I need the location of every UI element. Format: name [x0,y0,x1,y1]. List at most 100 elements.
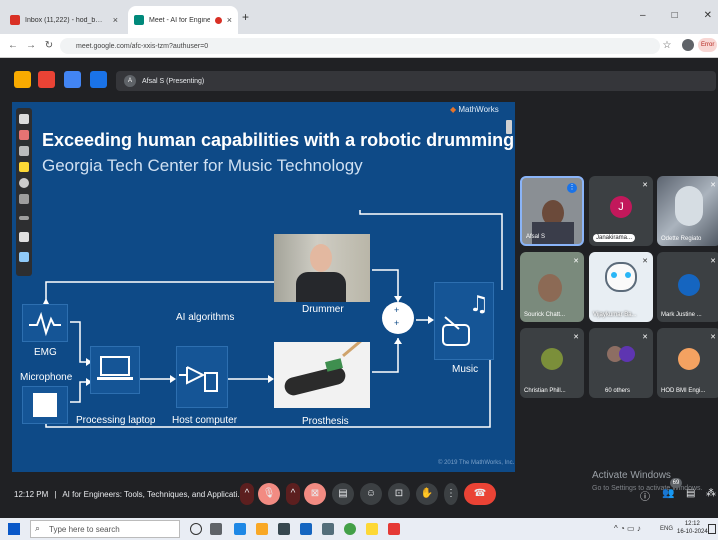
eraser-tool-icon[interactable] [19,146,29,156]
meeting-time: 12:12 PM [14,490,49,499]
taskbar-clock[interactable]: 12:12 16-10-2024 [677,520,708,536]
reload-icon[interactable]: ↻ [42,38,56,54]
docs-app-icon[interactable] [64,71,81,88]
app-icon[interactable] [322,523,334,535]
task-view-icon[interactable] [210,523,222,535]
tab-gmail[interactable]: Inbox (11,222) - hod_bmie@srmist × [4,6,124,34]
participant-tile[interactable]: ✕ Mark Justine ... [657,252,718,322]
record-app-icon[interactable] [38,71,55,88]
edge-icon[interactable] [234,523,246,535]
windows-start-icon[interactable] [8,523,20,535]
mic-off-icon: ✕ [642,258,648,265]
taskbar-search-input[interactable]: ⌕ Type here to search [30,520,180,538]
leave-call-button[interactable]: ☎ [464,483,496,505]
participant-tile[interactable]: ✕ Vijaykumar Ba... [589,252,653,322]
pointer-tool-icon[interactable] [19,114,29,124]
new-tab-button[interactable]: + [242,10,249,24]
tray-icons[interactable]: ^ ◔ ▭ ♪ [614,524,641,533]
line-tool-icon[interactable] [19,194,29,204]
bookmark-star-icon[interactable]: ☆ [660,38,674,54]
participant-tile[interactable]: ⋮ Afsal S [520,176,584,246]
raise-hand-button[interactable]: ✋ [416,483,438,505]
notification-icon[interactable] [708,524,716,534]
others-count: 60 others [605,388,631,394]
maximize-button[interactable]: □ [672,10,678,21]
language-indicator[interactable]: ENG [660,526,673,532]
reactions-button[interactable]: ☺ [360,483,382,505]
app-icon[interactable] [366,523,378,535]
participant-tile[interactable]: ✕ Christian Phill... [520,328,584,398]
mail-icon[interactable] [300,523,312,535]
plus-sign-top: + [394,305,400,315]
forward-icon[interactable]: → [24,38,38,54]
recording-dot-icon [214,16,222,24]
width-tool-icon[interactable] [19,216,29,220]
cortana-icon[interactable] [190,523,202,535]
file-explorer-icon[interactable] [256,523,268,535]
color-tool-icon[interactable] [19,232,29,242]
camera-toggle-button[interactable]: ⊠ [304,483,326,505]
close-window-button[interactable]: ✕ [704,10,712,21]
more-options-button[interactable]: ⋮ [444,483,458,505]
mic-options-button[interactable]: ^ [240,483,254,505]
close-tab-icon[interactable]: × [113,15,118,25]
slide-subtitle: Georgia Tech Center for Music Technology [42,156,363,175]
speaking-icon: ⋮ [567,183,577,193]
participant-name: Vijaykumar Ba... [593,312,637,318]
participant-name: Afsal S [526,234,546,240]
window-controls: – □ ✕ [640,10,712,21]
url-text: meet.google.com/afc-xxis-tzm?authuser=0 [76,42,209,50]
tab-meet[interactable]: Meet - AI for Engineers: To × [128,6,238,34]
search-icon: ⌕ [35,523,41,533]
laptop-icon [97,356,133,380]
mic-off-icon: ✕ [642,334,648,341]
slide-scroll-handle[interactable] [506,120,512,134]
people-icon[interactable]: 👥 [662,488,674,499]
slides-app-icon[interactable] [14,71,31,88]
profile-avatar[interactable] [682,39,694,51]
participant-tile[interactable]: ✕ Sourick Chatt... [520,252,584,322]
gmail-icon [10,15,20,25]
laptop-box [90,346,140,394]
camera-options-button[interactable]: ^ [286,483,300,505]
captions-button[interactable]: ▤ [332,483,354,505]
mathworks-logo: ◆ MathWorks [450,105,499,114]
participant-avatar [541,348,563,370]
participant-tile[interactable]: ✕ HOD BMI Engi... [657,328,718,398]
app-icon[interactable] [388,523,400,535]
participant-tile[interactable]: J ✕ Janakirama... [589,176,653,246]
ai-algorithms-label: AI algorithms [176,312,235,323]
host-computer-box [176,346,228,408]
activities-icon[interactable]: ⁂ [706,488,716,499]
store-icon[interactable] [278,523,290,535]
annotation-toolbar [16,108,32,276]
chat-icon[interactable]: ▤ [686,488,695,499]
microphone-icon [33,393,57,417]
addon-app-icon[interactable] [90,71,107,88]
laser-tool-icon[interactable] [19,178,29,188]
participant-tile-others[interactable]: ✕ 60 others [589,328,653,398]
presenting-banner: A Afsal S (Presenting) [116,71,716,91]
highlighter-tool-icon[interactable] [19,162,29,172]
svg-text:♫: ♫ [469,292,489,317]
plus-sign-bottom: + [394,318,400,328]
chrome-icon[interactable] [344,523,356,535]
url-field[interactable]: meet.google.com/afc-xxis-tzm?authuser=0 [60,38,660,54]
present-button[interactable]: ⊡ [388,483,410,505]
mic-toggle-button[interactable]: 🎙 [258,483,280,505]
minimize-button[interactable]: – [640,10,646,21]
back-icon[interactable]: ← [6,38,20,54]
info-icon[interactable]: ⓘ [640,488,650,503]
participant-name: Janakirama... [593,234,636,242]
participant-name: Odette Regiato [661,236,702,242]
microphone-label: Microphone [20,372,73,383]
presenter-avatar: A [124,75,136,87]
pen-tool-icon[interactable] [19,130,29,140]
clear-tool-icon[interactable] [19,252,29,262]
participant-tile[interactable]: ✕ Odette Regiato [657,176,718,246]
meet-icon [134,15,144,25]
error-badge[interactable]: Error [698,38,718,52]
mic-off-icon: ✕ [642,182,648,189]
presentation-slide: ◆ MathWorks Exceeding human capabilities… [12,102,515,472]
close-tab-icon[interactable]: × [227,15,232,25]
